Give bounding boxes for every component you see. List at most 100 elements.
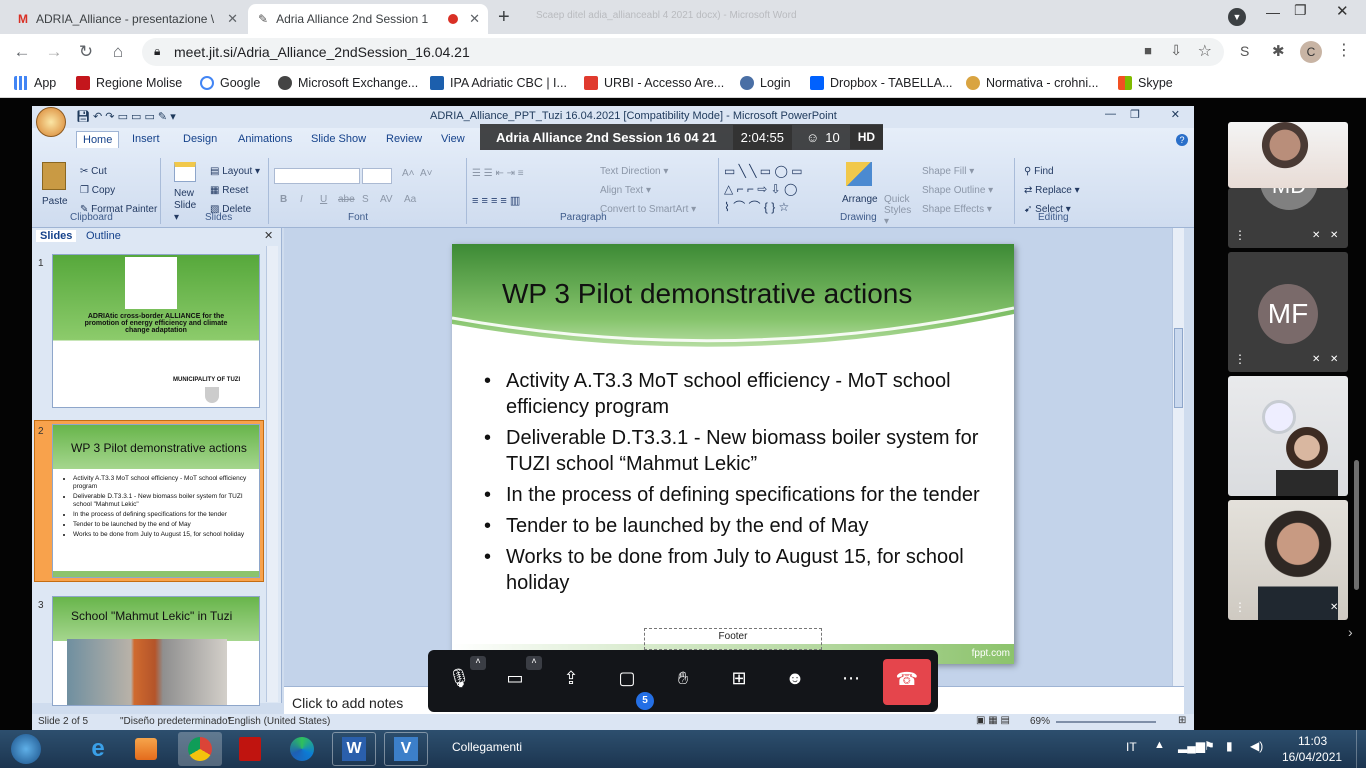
- fit-window-icon[interactable]: ⊞: [1178, 715, 1186, 726]
- back-icon[interactable]: ←: [6, 42, 38, 62]
- font-name-select[interactable]: [274, 168, 360, 184]
- participants-icon[interactable]: ☺: [792, 130, 825, 145]
- ribbon-tab-animations[interactable]: Animations: [238, 133, 292, 145]
- invite-people-icon[interactable]: ☻: [780, 668, 810, 696]
- quality-badge[interactable]: HD: [849, 125, 884, 149]
- change-case-button[interactable]: Aa: [404, 194, 416, 205]
- char-spacing-button[interactable]: AV: [380, 194, 393, 205]
- bold-button[interactable]: B: [280, 194, 287, 205]
- ribbon-tab-insert[interactable]: Insert: [132, 133, 160, 145]
- network-signal-icon[interactable]: ▂▄▆: [1178, 739, 1205, 753]
- avatar[interactable]: C: [1300, 41, 1322, 63]
- clock-date[interactable]: 16/04/2021: [1282, 750, 1342, 764]
- current-slide[interactable]: WP 3 Pilot demonstrative actions Activit…: [452, 244, 1014, 664]
- quick-styles-button[interactable]: Quick Styles ▾: [884, 194, 918, 227]
- show-hidden-icons-icon[interactable]: ▲: [1154, 739, 1165, 751]
- install-icon[interactable]: ⇩: [1170, 42, 1182, 59]
- show-desktop-button[interactable]: [1356, 730, 1366, 768]
- panel-scrollbar[interactable]: [266, 246, 278, 702]
- chat-icon[interactable]: ▢: [612, 668, 642, 696]
- help-icon[interactable]: ?: [1176, 134, 1188, 146]
- office-button[interactable]: [36, 107, 66, 137]
- tile-menu-icon[interactable]: ⋮: [1234, 600, 1246, 614]
- find-button[interactable]: ⚲ Find: [1024, 166, 1054, 177]
- italic-button[interactable]: I: [300, 194, 303, 205]
- ribbon-tab-slideshow[interactable]: Slide Show: [311, 133, 366, 145]
- camera-options-chevron-icon[interactable]: ˄: [526, 656, 542, 670]
- skype-extension-icon[interactable]: S: [1240, 43, 1249, 59]
- convert-smartart-button[interactable]: Convert to SmartArt ▾: [600, 204, 696, 215]
- bookmark-skype[interactable]: Skype: [1118, 76, 1173, 90]
- replace-button[interactable]: ⇄ Replace ▾: [1024, 185, 1080, 196]
- maximize-button[interactable]: ❐: [1294, 2, 1307, 19]
- hangup-button[interactable]: ☎︎: [883, 659, 931, 705]
- minimize-button[interactable]: —: [1266, 4, 1280, 20]
- bookmark-ipa[interactable]: IPA Adriatic CBC | I...: [430, 76, 567, 90]
- chrome-taskbar-button[interactable]: [178, 732, 222, 766]
- close-tab-icon[interactable]: ✕: [227, 11, 238, 27]
- camera-icon[interactable]: ▭: [500, 668, 530, 696]
- close-window-button[interactable]: ✕: [1336, 2, 1349, 20]
- raise-hand-icon[interactable]: ✋︎: [668, 668, 698, 696]
- tile-menu-icon[interactable]: ⋮: [1234, 228, 1246, 242]
- volume-icon[interactable]: ◀): [1250, 739, 1263, 753]
- mic-options-chevron-icon[interactable]: ˄: [470, 656, 486, 670]
- shrink-font-button[interactable]: A˅: [420, 168, 433, 179]
- bookmark-urbi[interactable]: URBI - Accesso Are...: [584, 76, 724, 90]
- zoom-slider[interactable]: [1056, 721, 1156, 723]
- align-text-button[interactable]: Align Text ▾: [600, 185, 651, 196]
- filmstrip-scrollbar[interactable]: [1354, 460, 1359, 590]
- participant-tile-5[interactable]: ⋮ ✕: [1228, 500, 1348, 620]
- zoom-level[interactable]: 69%: [1030, 716, 1050, 727]
- visio-taskbar-button[interactable]: V: [384, 732, 428, 766]
- new-tab-button[interactable]: +: [498, 6, 510, 29]
- participant-tile-4[interactable]: [1228, 376, 1348, 496]
- forward-icon[interactable]: →: [38, 42, 70, 62]
- bookmark-apps[interactable]: App: [14, 76, 56, 90]
- participant-tile-mf[interactable]: MF ⋮ ✕ ✕: [1228, 252, 1348, 372]
- ribbon-tab-view[interactable]: View: [441, 133, 465, 145]
- slide-thumbnail-1[interactable]: ADRIAtic cross-border ALLIANCE for the p…: [52, 254, 260, 408]
- home-icon[interactable]: ⌂: [102, 42, 134, 62]
- cut-button[interactable]: ✂ Cut: [80, 166, 107, 177]
- filmstrip-toggle-chevron-icon[interactable]: ›: [1348, 624, 1353, 640]
- acrobat-taskbar-button[interactable]: [228, 732, 272, 766]
- shadow-button[interactable]: S: [362, 194, 369, 205]
- shapes-gallery[interactable]: ▭ ╲ ╲ ▭ ◯ ▭ △ ⌐ ⌐ ⇨ ⇩ ◯ ⌇ ⌒ ⌒ { } ☆: [724, 162, 830, 214]
- layout-button[interactable]: ▤ Layout ▾: [210, 166, 260, 177]
- ppt-close-button[interactable]: ✕: [1171, 108, 1180, 121]
- microphone-muted-icon[interactable]: 🎙︎: [444, 668, 474, 696]
- arrange-button[interactable]: Arrange: [842, 194, 878, 205]
- view-buttons[interactable]: ▣ ▦ ▤: [976, 715, 1010, 726]
- ribbon-tab-home[interactable]: Home: [76, 131, 120, 148]
- canvas-vertical-scrollbar[interactable]: [1172, 228, 1184, 686]
- clock-time[interactable]: 11:03: [1298, 734, 1327, 748]
- slide-thumbnail-3[interactable]: School "Mahmut Lekic" in Tuzi: [52, 596, 260, 706]
- bookmark-normativa[interactable]: Normativa - crohni...: [966, 76, 1099, 90]
- power-icon[interactable]: ▮: [1226, 739, 1233, 753]
- bookmark-login[interactable]: Login: [740, 76, 791, 90]
- shape-effects-button[interactable]: Shape Effects ▾: [922, 204, 992, 215]
- close-tab-icon[interactable]: ✕: [469, 11, 480, 27]
- more-options-icon[interactable]: ⋯: [836, 668, 866, 696]
- tile-menu-icon[interactable]: ⋮: [1234, 352, 1246, 366]
- reload-icon[interactable]: ↻: [70, 42, 102, 62]
- text-direction-button[interactable]: Text Direction ▾: [600, 166, 668, 177]
- browser-tab-meeting[interactable]: ✎ Adria Alliance 2nd Session 1 ✕: [248, 4, 488, 34]
- tab-slides[interactable]: Slides: [36, 230, 77, 242]
- shape-fill-button[interactable]: Shape Fill ▾: [922, 166, 974, 177]
- ie-taskbar-button[interactable]: e: [76, 732, 120, 766]
- reset-button[interactable]: ▦ Reset: [210, 185, 248, 196]
- ribbon-tab-design[interactable]: Design: [183, 133, 217, 145]
- ppt-restore-button[interactable]: ❐: [1130, 108, 1140, 121]
- align-buttons[interactable]: ≡ ≡ ≡ ≡ ▥: [472, 194, 520, 207]
- screen-share-icon[interactable]: ⇪: [556, 668, 586, 696]
- quick-access-toolbar[interactable]: 💾︎ ↶ ↷ ▭ ▭ ▭ ✎ ▾: [76, 110, 176, 123]
- tab-outline[interactable]: Outline: [86, 230, 121, 242]
- footer-placeholder[interactable]: Footer: [644, 628, 822, 650]
- paste-button[interactable]: Paste: [42, 196, 68, 207]
- strikethrough-button[interactable]: abe: [338, 194, 355, 205]
- grow-font-button[interactable]: A˄: [402, 168, 415, 179]
- bullets-button[interactable]: ☰ ☰ ⇤ ⇥ ≡: [472, 168, 524, 179]
- underline-button[interactable]: U: [320, 194, 327, 205]
